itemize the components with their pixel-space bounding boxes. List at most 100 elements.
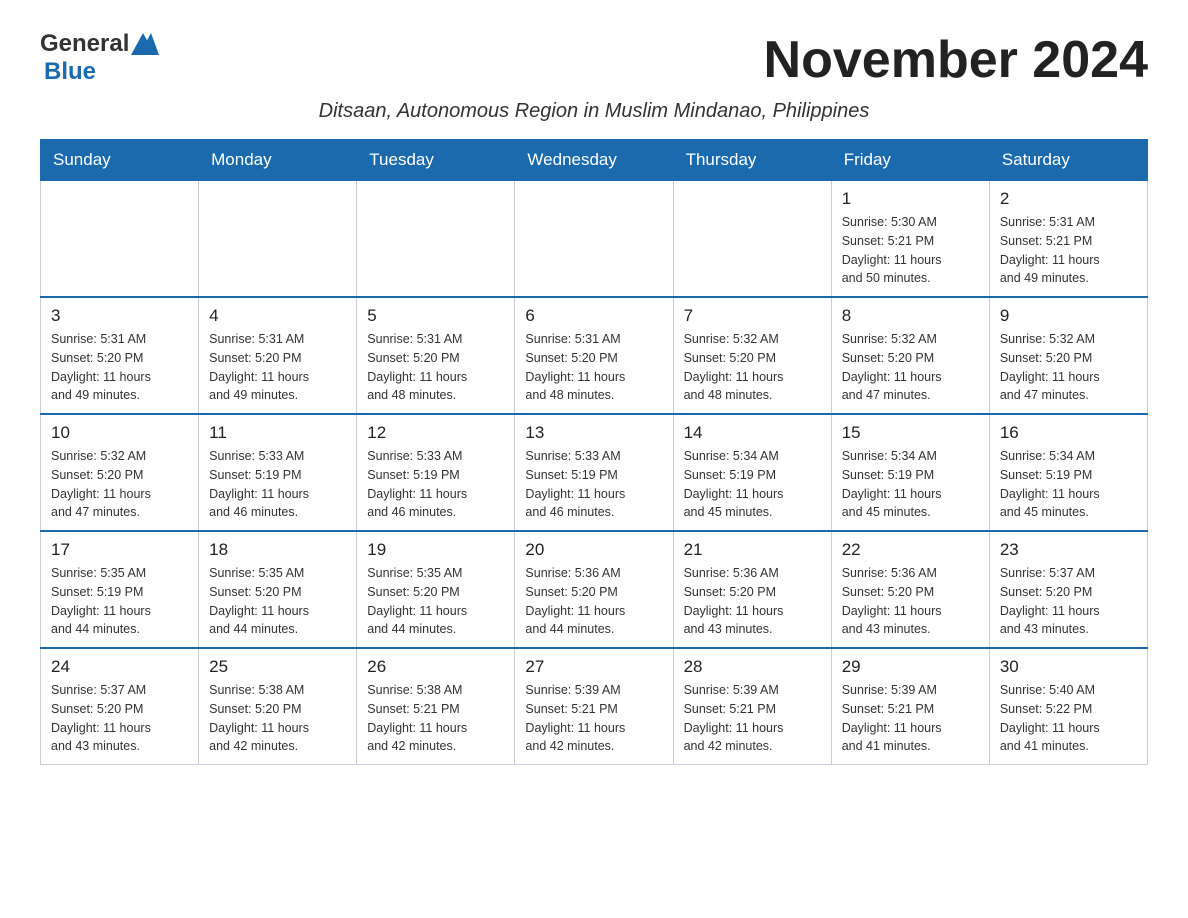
day-info: Sunrise: 5:39 AM Sunset: 5:21 PM Dayligh… (842, 681, 979, 756)
calendar-cell: 2Sunrise: 5:31 AM Sunset: 5:21 PM Daylig… (989, 181, 1147, 298)
calendar-cell (199, 181, 357, 298)
day-number: 20 (525, 540, 662, 560)
calendar-cell: 9 Sunrise: 5:32 AM Sunset: 5:20 PM Daylig… (989, 297, 1147, 414)
page-title: November 2024 (764, 30, 1148, 90)
day-number: 2 (1000, 189, 1137, 209)
calendar-cell: 5 Sunrise: 5:31 AM Sunset: 5:20 PM Daylig… (357, 297, 515, 414)
logo: General Blue (40, 30, 159, 86)
calendar-header-friday: Friday (831, 140, 989, 181)
day-number: 22 (842, 540, 979, 560)
day-info: Sunrise: 5:35 AM Sunset: 5:20 PM Dayligh… (367, 564, 504, 639)
calendar-cell: 19Sunrise: 5:35 AM Sunset: 5:20 PM Dayli… (357, 531, 515, 648)
day-info: Sunrise: 5:38 AM Sunset: 5:21 PM Dayligh… (367, 681, 504, 756)
day-info: Sunrise: 5:31 AM Sunset: 5:20 PM Dayligh… (51, 330, 188, 405)
day-number: 7 (684, 306, 821, 326)
subtitle: Ditsaan, Autonomous Region in Muslim Min… (40, 100, 1148, 123)
day-info: Sunrise: 5:34 AM Sunset: 5:19 PM Dayligh… (684, 447, 821, 522)
calendar-header-tuesday: Tuesday (357, 140, 515, 181)
day-number: 14 (684, 423, 821, 443)
calendar-cell: 6 Sunrise: 5:31 AM Sunset: 5:20 PM Daylig… (515, 297, 673, 414)
calendar-header-sunday: Sunday (41, 140, 199, 181)
calendar-cell: 15 Sunrise: 5:34 AM Sunset: 5:19 PM Dayli… (831, 414, 989, 531)
day-info: Sunrise: 5:40 AM Sunset: 5:22 PM Dayligh… (1000, 681, 1137, 756)
day-info: Sunrise: 5:36 AM Sunset: 5:20 PM Dayligh… (525, 564, 662, 639)
calendar-cell: 10Sunrise: 5:32 AM Sunset: 5:20 PM Dayli… (41, 414, 199, 531)
day-number: 3 (51, 306, 188, 326)
day-info: Sunrise: 5:36 AM Sunset: 5:20 PM Dayligh… (842, 564, 979, 639)
calendar-cell: 4Sunrise: 5:31 AM Sunset: 5:20 PM Daylig… (199, 297, 357, 414)
calendar-cell: 1Sunrise: 5:30 AM Sunset: 5:21 PM Daylig… (831, 181, 989, 298)
calendar-week-row: 17 Sunrise: 5:35 AM Sunset: 5:19 PM Dayli… (41, 531, 1148, 648)
day-number: 17 (51, 540, 188, 560)
day-number: 24 (51, 657, 188, 677)
calendar-cell: 16 Sunrise: 5:34 AM Sunset: 5:19 PM Dayli… (989, 414, 1147, 531)
day-number: 21 (684, 540, 821, 560)
day-info: Sunrise: 5:32 AM Sunset: 5:20 PM Dayligh… (842, 330, 979, 405)
day-number: 5 (367, 306, 504, 326)
calendar-header-monday: Monday (199, 140, 357, 181)
day-number: 9 (1000, 306, 1137, 326)
calendar-week-row: 10Sunrise: 5:32 AM Sunset: 5:20 PM Dayli… (41, 414, 1148, 531)
calendar-cell (357, 181, 515, 298)
calendar-cell: 26 Sunrise: 5:38 AM Sunset: 5:21 PM Dayli… (357, 648, 515, 765)
logo-general-text: General (40, 30, 129, 58)
day-info: Sunrise: 5:38 AM Sunset: 5:20 PM Dayligh… (209, 681, 346, 756)
day-info: Sunrise: 5:34 AM Sunset: 5:19 PM Dayligh… (842, 447, 979, 522)
calendar-cell: 7Sunrise: 5:32 AM Sunset: 5:20 PM Daylig… (673, 297, 831, 414)
day-number: 15 (842, 423, 979, 443)
day-info: Sunrise: 5:31 AM Sunset: 5:20 PM Dayligh… (525, 330, 662, 405)
calendar-cell: 11Sunrise: 5:33 AM Sunset: 5:19 PM Dayli… (199, 414, 357, 531)
day-number: 16 (1000, 423, 1137, 443)
day-number: 27 (525, 657, 662, 677)
calendar-cell: 27 Sunrise: 5:39 AM Sunset: 5:21 PM Dayli… (515, 648, 673, 765)
day-info: Sunrise: 5:35 AM Sunset: 5:19 PM Dayligh… (51, 564, 188, 639)
calendar-cell (515, 181, 673, 298)
day-number: 23 (1000, 540, 1137, 560)
calendar-cell: 12 Sunrise: 5:33 AM Sunset: 5:19 PM Dayli… (357, 414, 515, 531)
day-number: 8 (842, 306, 979, 326)
calendar-cell: 13 Sunrise: 5:33 AM Sunset: 5:19 PM Dayli… (515, 414, 673, 531)
calendar-week-row: 24 Sunrise: 5:37 AM Sunset: 5:20 PM Dayli… (41, 648, 1148, 765)
day-info: Sunrise: 5:34 AM Sunset: 5:19 PM Dayligh… (1000, 447, 1137, 522)
calendar-table: SundayMondayTuesdayWednesdayThursdayFrid… (40, 139, 1148, 765)
calendar-cell: 24 Sunrise: 5:37 AM Sunset: 5:20 PM Dayli… (41, 648, 199, 765)
day-info: Sunrise: 5:31 AM Sunset: 5:20 PM Dayligh… (209, 330, 346, 405)
day-info: Sunrise: 5:37 AM Sunset: 5:20 PM Dayligh… (1000, 564, 1137, 639)
day-number: 12 (367, 423, 504, 443)
calendar-cell: 17 Sunrise: 5:35 AM Sunset: 5:19 PM Dayli… (41, 531, 199, 648)
calendar-cell (673, 181, 831, 298)
day-number: 30 (1000, 657, 1137, 677)
calendar-cell: 28Sunrise: 5:39 AM Sunset: 5:21 PM Dayli… (673, 648, 831, 765)
day-info: Sunrise: 5:39 AM Sunset: 5:21 PM Dayligh… (525, 681, 662, 756)
day-info: Sunrise: 5:30 AM Sunset: 5:21 PM Dayligh… (842, 213, 979, 288)
calendar-cell: 25Sunrise: 5:38 AM Sunset: 5:20 PM Dayli… (199, 648, 357, 765)
day-number: 26 (367, 657, 504, 677)
day-info: Sunrise: 5:33 AM Sunset: 5:19 PM Dayligh… (367, 447, 504, 522)
calendar-cell: 23 Sunrise: 5:37 AM Sunset: 5:20 PM Dayli… (989, 531, 1147, 648)
day-info: Sunrise: 5:33 AM Sunset: 5:19 PM Dayligh… (525, 447, 662, 522)
day-info: Sunrise: 5:39 AM Sunset: 5:21 PM Dayligh… (684, 681, 821, 756)
day-number: 13 (525, 423, 662, 443)
day-info: Sunrise: 5:33 AM Sunset: 5:19 PM Dayligh… (209, 447, 346, 522)
calendar-header-thursday: Thursday (673, 140, 831, 181)
calendar-header-row: SundayMondayTuesdayWednesdayThursdayFrid… (41, 140, 1148, 181)
logo-arrows-icon (131, 33, 159, 55)
calendar-cell: 20 Sunrise: 5:36 AM Sunset: 5:20 PM Dayli… (515, 531, 673, 648)
day-info: Sunrise: 5:35 AM Sunset: 5:20 PM Dayligh… (209, 564, 346, 639)
day-info: Sunrise: 5:37 AM Sunset: 5:20 PM Dayligh… (51, 681, 188, 756)
calendar-week-row: 3 Sunrise: 5:31 AM Sunset: 5:20 PM Daylig… (41, 297, 1148, 414)
logo-blue-text: Blue (44, 58, 96, 86)
calendar-cell: 8 Sunrise: 5:32 AM Sunset: 5:20 PM Daylig… (831, 297, 989, 414)
day-info: Sunrise: 5:32 AM Sunset: 5:20 PM Dayligh… (1000, 330, 1137, 405)
calendar-cell: 3 Sunrise: 5:31 AM Sunset: 5:20 PM Daylig… (41, 297, 199, 414)
calendar-cell: 22 Sunrise: 5:36 AM Sunset: 5:20 PM Dayli… (831, 531, 989, 648)
day-info: Sunrise: 5:31 AM Sunset: 5:20 PM Dayligh… (367, 330, 504, 405)
day-number: 29 (842, 657, 979, 677)
day-number: 6 (525, 306, 662, 326)
calendar-cell: 30 Sunrise: 5:40 AM Sunset: 5:22 PM Dayli… (989, 648, 1147, 765)
day-info: Sunrise: 5:36 AM Sunset: 5:20 PM Dayligh… (684, 564, 821, 639)
header: General Blue November 2024 (40, 30, 1148, 90)
calendar-header-wednesday: Wednesday (515, 140, 673, 181)
day-info: Sunrise: 5:32 AM Sunset: 5:20 PM Dayligh… (51, 447, 188, 522)
calendar-cell: 14 Sunrise: 5:34 AM Sunset: 5:19 PM Dayli… (673, 414, 831, 531)
